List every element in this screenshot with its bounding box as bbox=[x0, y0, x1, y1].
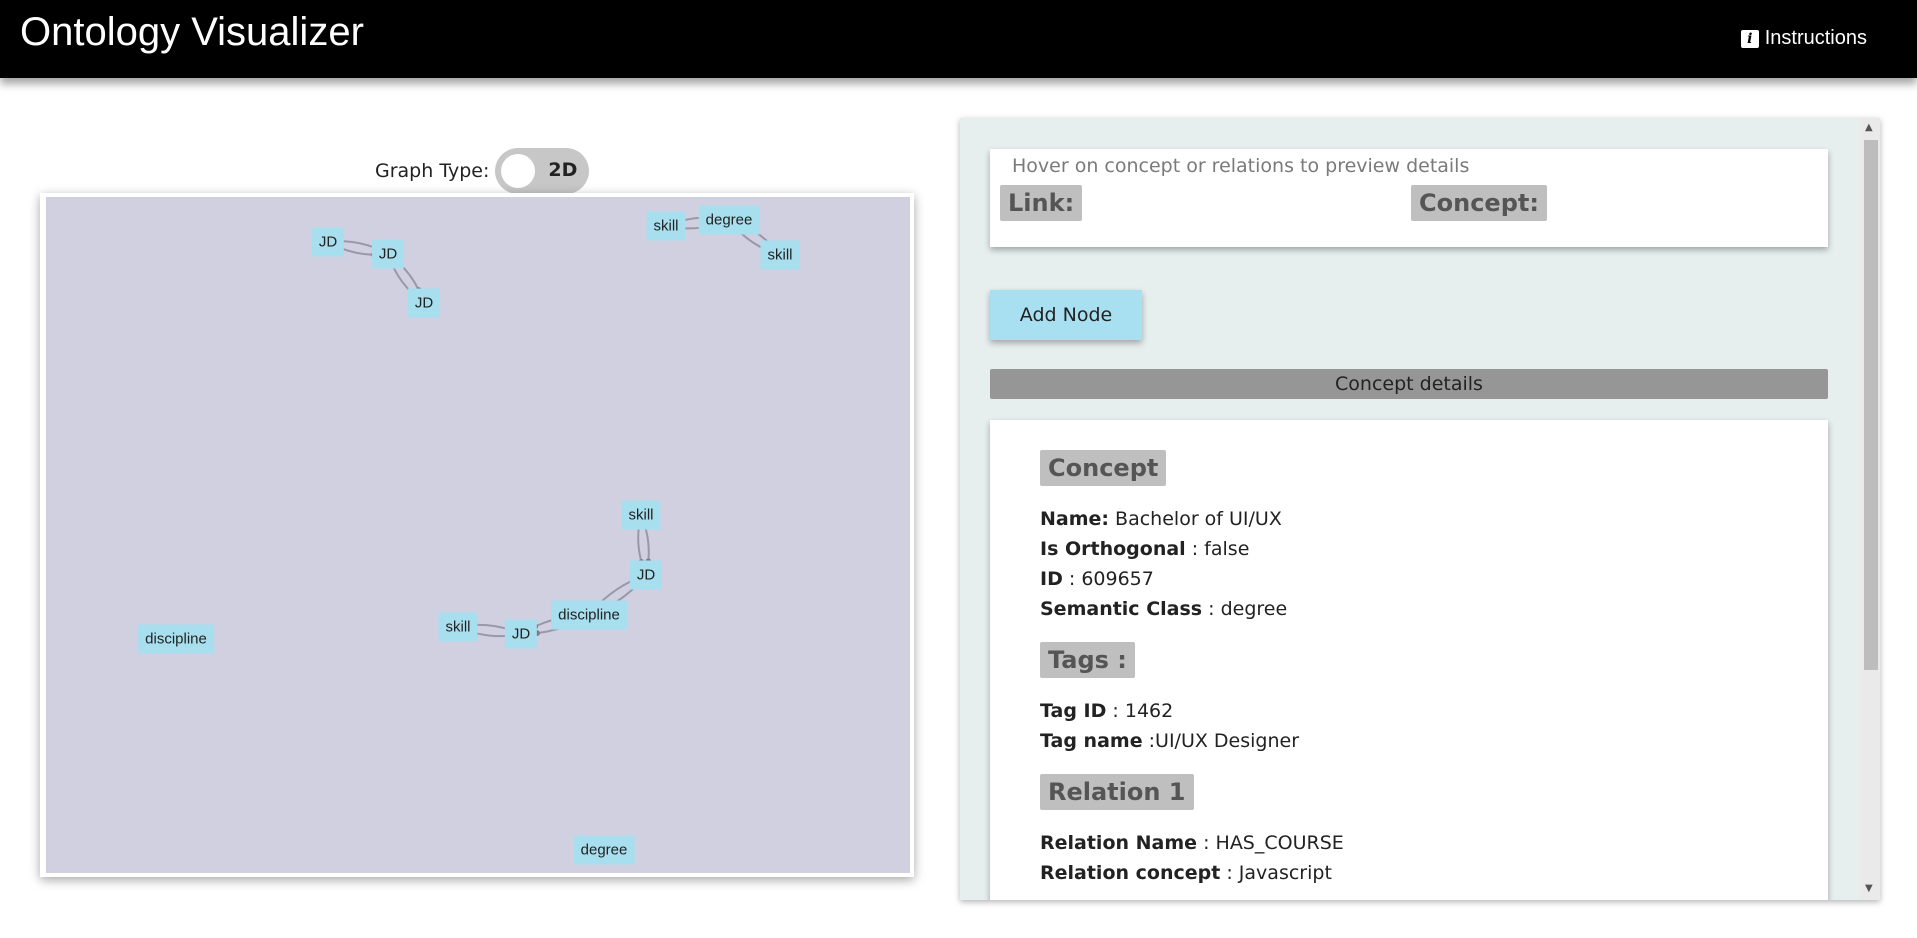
graph-canvas[interactable]: JD JD JD skill degree skill skill JD discipline J… bbox=[46, 197, 910, 873]
graph-node-discipline[interactable]: discipline bbox=[551, 600, 627, 630]
instructions-label: Instructions bbox=[1764, 27, 1867, 49]
graph-node-jd[interactable]: JD bbox=[371, 239, 405, 269]
graph-type-label: Graph Type: bbox=[375, 160, 490, 182]
details-panel: Hover on concept or relations to preview… bbox=[960, 118, 1880, 900]
concept-heading: Concept bbox=[1040, 450, 1167, 486]
toggle-knob[interactable] bbox=[501, 154, 536, 188]
hover-preview-card: Hover on concept or relations to preview… bbox=[990, 149, 1828, 247]
hover-hint: Hover on concept or relations to preview… bbox=[1012, 155, 1470, 177]
graph-node-skill[interactable]: skill bbox=[438, 612, 478, 642]
relation-heading: Relation 1 bbox=[1040, 774, 1194, 810]
graph-node-jd[interactable]: JD bbox=[407, 288, 441, 318]
graph-node-skill[interactable]: skill bbox=[646, 211, 686, 241]
info-icon: i bbox=[1740, 29, 1759, 48]
graph-node-skill[interactable]: skill bbox=[760, 240, 800, 270]
graph-node-degree[interactable]: degree bbox=[573, 835, 635, 865]
graph-node-jd[interactable]: JD bbox=[504, 619, 538, 649]
relation-concept-row: Relation concept : Javascript bbox=[1040, 862, 1332, 884]
graph-type-toggle[interactable]: 2D bbox=[495, 148, 590, 194]
concept-label: Concept: bbox=[1411, 185, 1547, 221]
scroll-up-arrow-icon[interactable]: ▲ bbox=[1865, 122, 1873, 133]
link-label: Link: bbox=[1000, 185, 1083, 221]
graph-edges bbox=[327, 214, 781, 638]
graph-node-degree[interactable]: degree bbox=[698, 205, 760, 235]
tags-heading: Tags : bbox=[1040, 642, 1135, 678]
graph-node-skill[interactable]: skill bbox=[621, 500, 661, 530]
graph-node-jd[interactable]: JD bbox=[311, 227, 345, 257]
tag-name-row: Tag name :UI/UX Designer bbox=[1040, 730, 1300, 752]
toggle-value: 2D bbox=[548, 159, 578, 181]
concept-details-card: Concept Name: Bachelor of UI/UX Is Ortho… bbox=[990, 420, 1828, 900]
concept-semantic-row: Semantic Class : degree bbox=[1040, 598, 1288, 620]
scroll-down-arrow-icon[interactable]: ▼ bbox=[1865, 883, 1873, 894]
scroll-thumb[interactable] bbox=[1864, 140, 1878, 670]
add-node-button[interactable]: Add Node bbox=[990, 290, 1142, 340]
graph-node-discipline[interactable]: discipline bbox=[138, 624, 214, 654]
panel-scrollbar[interactable]: ▲ ▼ bbox=[1860, 118, 1880, 900]
top-bar: Ontology Visualizer i Instructions bbox=[0, 0, 1917, 78]
concept-details-bar[interactable]: Concept details bbox=[990, 369, 1828, 399]
concept-orthogonal-row: Is Orthogonal : false bbox=[1040, 538, 1250, 560]
tag-id-row: Tag ID : 1462 bbox=[1040, 700, 1174, 722]
instructions-button[interactable]: i Instructions bbox=[1740, 27, 1867, 50]
app-title: Ontology Visualizer bbox=[20, 10, 364, 54]
graph-node-jd[interactable]: JD bbox=[629, 560, 663, 590]
graph-type-control: Graph Type: 2D bbox=[375, 148, 590, 194]
concept-name-row: Name: Bachelor of UI/UX bbox=[1040, 508, 1282, 530]
graph-frame: JD JD JD skill degree skill skill JD discipline J… bbox=[40, 193, 914, 877]
relation-name-row: Relation Name : HAS_COURSE bbox=[1040, 832, 1344, 854]
concept-id-row: ID : 609657 bbox=[1040, 568, 1154, 590]
